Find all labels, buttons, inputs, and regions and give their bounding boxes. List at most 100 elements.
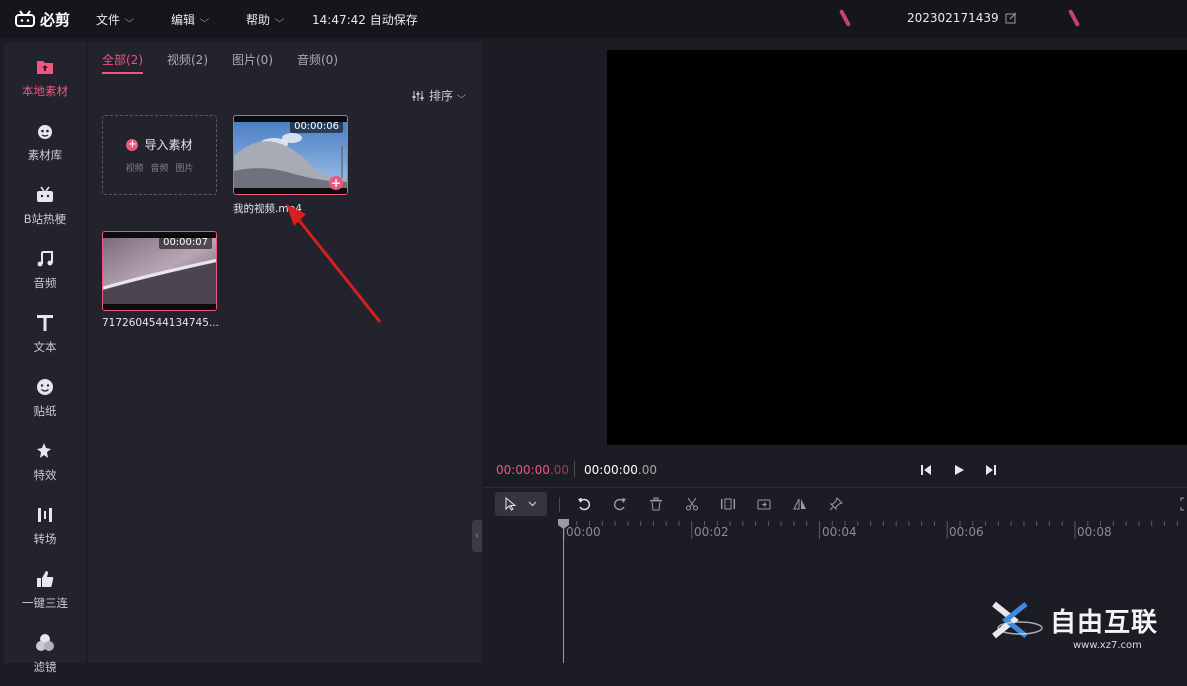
tab-all[interactable]: 全部(2) xyxy=(102,51,143,74)
sticker-icon xyxy=(37,379,53,395)
sidebar-item-text[interactable]: 文本 xyxy=(4,302,86,366)
current-time: 00:00:00 xyxy=(496,463,550,477)
preview-panel: 00:00:00.00 00:00:00.00 xyxy=(484,42,1187,486)
toolbar-divider xyxy=(559,497,560,512)
expand-icon xyxy=(1180,497,1184,511)
folder-upload-icon xyxy=(37,61,53,74)
preview-canvas xyxy=(607,50,1187,445)
menu-file-label: 文件 xyxy=(96,13,121,27)
ruler-tick-label: 00:00 xyxy=(566,525,601,539)
app-name: 必剪 xyxy=(40,10,71,29)
asset-panel: 全部(2) 视频(2) 图片(0) 音频(0) 排序 ⌵ + 导入素材 视频 音… xyxy=(88,42,482,663)
sort-button[interactable]: 排序 ⌵ xyxy=(412,87,467,104)
total-time-ms: .00 xyxy=(637,463,657,477)
add-to-timeline-button[interactable]: + xyxy=(329,176,343,190)
split-button[interactable] xyxy=(684,496,700,512)
chevron-down-icon: ⌵ xyxy=(456,90,467,101)
mirror-button[interactable] xyxy=(792,496,808,512)
sidebar-item-effects[interactable]: 特效 xyxy=(4,430,86,494)
edit-icon[interactable] xyxy=(1005,12,1017,24)
timeline-toolbar xyxy=(484,487,1187,519)
sidebar-item-label: 素材库 xyxy=(27,148,63,162)
scissors-icon xyxy=(686,497,698,511)
menu-help-label: 帮助 xyxy=(246,13,271,27)
play-button[interactable] xyxy=(951,462,967,478)
sidebar-item-label: 文本 xyxy=(33,340,57,354)
sidebar-item-label: B站热梗 xyxy=(23,212,67,226)
watermark-text: 自由互联 xyxy=(1050,607,1159,638)
media-duration: 00:00:06 xyxy=(290,120,343,133)
import-title-text: 导入素材 xyxy=(144,138,193,152)
asset-tabs: 全部(2) 视频(2) 图片(0) 音频(0) xyxy=(102,51,338,74)
total-timecode: 00:00:00.00 xyxy=(584,463,657,477)
filter-icon xyxy=(36,634,54,651)
project-name[interactable]: 202302171439 xyxy=(907,11,1017,25)
undo-button[interactable] xyxy=(576,496,592,512)
sliders-icon xyxy=(412,90,424,101)
current-time-ms: .00 xyxy=(549,463,569,477)
sort-label: 排序 xyxy=(429,89,454,103)
menu-edit[interactable]: 编辑 ⌵ xyxy=(171,11,210,28)
delete-button[interactable] xyxy=(648,496,664,512)
skip-back-button[interactable] xyxy=(918,462,934,478)
freeze-frame-button[interactable] xyxy=(720,496,736,512)
sidebar-item-transitions[interactable]: 转场 xyxy=(4,494,86,558)
chevron-down-icon: ⌵ xyxy=(199,14,210,25)
text-icon xyxy=(37,315,53,331)
autosave-status: 14:47:42 自动保存 xyxy=(312,13,418,27)
import-type-audio: 音频 xyxy=(150,164,169,174)
redo-button[interactable] xyxy=(612,496,628,512)
pointer-icon xyxy=(505,497,517,511)
tv-icon xyxy=(37,186,53,202)
sidebar-item-bilibili-memes[interactable]: B站热梗 xyxy=(4,174,86,238)
tab-image[interactable]: 图片(0) xyxy=(232,51,273,74)
tab-video[interactable]: 视频(2) xyxy=(167,51,208,74)
watermark-logo-icon xyxy=(992,601,1043,639)
panel-collapse-handle[interactable]: ‹ xyxy=(472,520,482,552)
pin-button[interactable] xyxy=(828,496,844,512)
replace-icon xyxy=(757,499,771,510)
import-title: + 导入素材 xyxy=(126,136,193,153)
import-type-image: 图片 xyxy=(175,164,194,174)
menu-edit-label: 编辑 xyxy=(171,13,196,27)
timecode-divider xyxy=(574,461,575,477)
sidebar-item-local-media[interactable]: 本地素材 xyxy=(4,46,86,110)
import-types: 视频 音频 图片 xyxy=(125,161,193,174)
sidebar-item-audio[interactable]: 音频 xyxy=(4,238,86,302)
decorative-stripe xyxy=(1068,9,1080,27)
play-icon xyxy=(955,465,964,475)
menu-file[interactable]: 文件 ⌵ xyxy=(96,11,134,28)
undo-icon xyxy=(578,498,590,511)
project-name-text: 202302171439 xyxy=(907,11,999,25)
ruler-tick-label: 00:04 xyxy=(822,525,857,539)
playhead[interactable] xyxy=(563,525,564,663)
sidebar-item-stickers[interactable]: 贴纸 xyxy=(4,366,86,430)
ruler-tick-label: 00:06 xyxy=(949,525,984,539)
mascot-icon xyxy=(38,125,52,139)
bilibili-logo-icon xyxy=(15,10,35,27)
skip-forward-icon xyxy=(986,465,996,475)
menu-help[interactable]: 帮助 ⌵ xyxy=(246,11,285,28)
chevron-down-icon: ⌵ xyxy=(274,14,285,25)
sidebar-item-filters[interactable]: 滤镜 xyxy=(4,622,86,686)
import-media-button[interactable]: + 导入素材 视频 音频 图片 xyxy=(102,115,217,195)
import-type-video: 视频 xyxy=(125,164,144,174)
media-thumbnail[interactable]: 00:00:06 + xyxy=(233,115,348,195)
tab-audio[interactable]: 音频(0) xyxy=(297,51,338,74)
media-thumbnail[interactable]: 00:00:07 xyxy=(102,231,217,311)
app-logo: 必剪 xyxy=(14,9,70,29)
pin-icon xyxy=(829,497,843,511)
skip-forward-button[interactable] xyxy=(983,462,999,478)
sidebar-item-triple-action[interactable]: 一键三连 xyxy=(4,558,86,622)
fullscreen-button[interactable] xyxy=(1177,496,1187,512)
ruler-tick-label: 00:02 xyxy=(694,525,729,539)
skip-back-icon xyxy=(921,465,931,475)
replace-button[interactable] xyxy=(756,496,772,512)
media-duration: 00:00:07 xyxy=(159,236,212,249)
sidebar-item-label: 特效 xyxy=(33,468,57,482)
watermark-site: www.xz7.com xyxy=(1073,640,1142,651)
sidebar-item-label: 转场 xyxy=(33,532,57,546)
cursor-tool-select[interactable] xyxy=(495,492,547,516)
chevron-down-icon xyxy=(528,501,537,507)
sidebar-item-material-library[interactable]: 素材库 xyxy=(4,110,86,174)
